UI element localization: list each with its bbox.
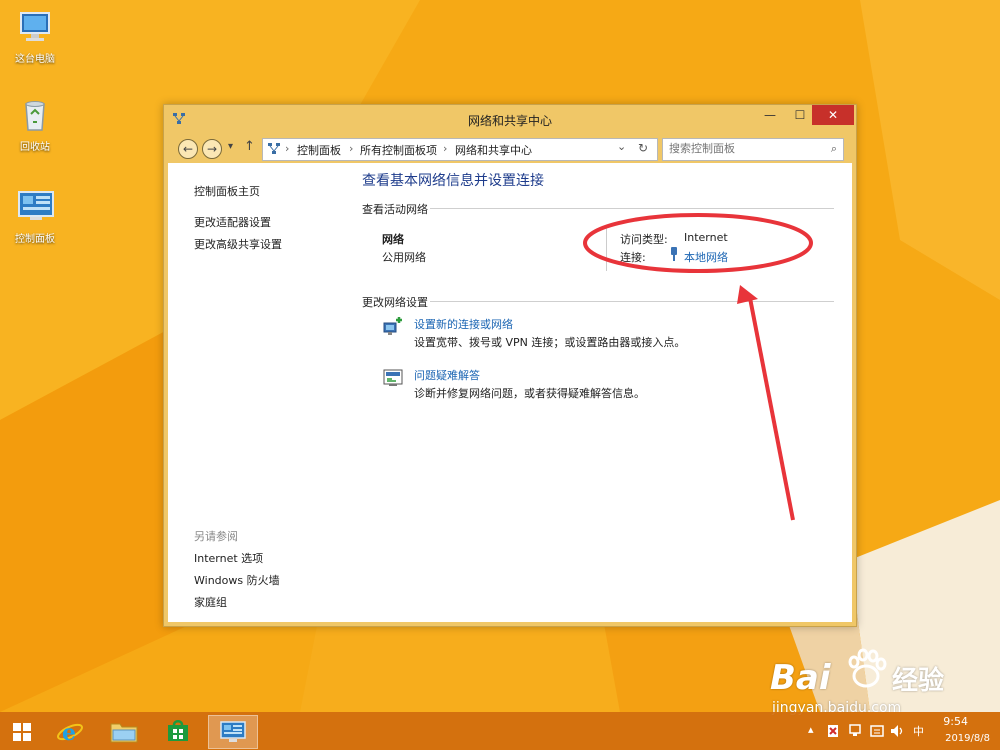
desktop-icon-recycle-bin[interactable]: 回收站	[2, 96, 68, 153]
desktop-icon-label: 控制面板	[15, 234, 55, 245]
breadcrumb-separator: ›	[349, 142, 354, 155]
refresh-button[interactable]: ↻	[633, 141, 653, 158]
desktop-icon-this-pc[interactable]: 这台电脑	[2, 8, 68, 65]
desktop-icon-label: 这台电脑	[15, 54, 55, 65]
change-settings-heading: 更改网络设置	[362, 296, 428, 309]
troubleshoot-link[interactable]: 问题疑难解答	[414, 367, 480, 383]
breadcrumb-network-sharing-center[interactable]: 网络和共享中心	[455, 142, 532, 158]
desktop-icon-label: 回收站	[20, 142, 50, 153]
sidebar-link-control-panel-home[interactable]: 控制面板主页	[194, 183, 260, 199]
see-also-windows-firewall[interactable]: Windows 防火墙	[194, 572, 280, 588]
sidebar-link-change-adapter[interactable]: 更改适配器设置	[194, 214, 271, 230]
up-button[interactable]: ↑	[244, 139, 255, 154]
control-panel-icon	[220, 720, 246, 747]
section-divider	[430, 301, 834, 302]
breadcrumb-all-items[interactable]: 所有控制面板项	[360, 142, 437, 158]
clock-date[interactable]: 2019/8/8	[945, 733, 990, 744]
network-name: 网络	[382, 233, 404, 246]
setup-new-connection-desc: 设置宽带、拨号或 VPN 连接；或设置路由器或接入点。	[414, 336, 686, 349]
taskbar: e ▴ 中 9:54 2019/8/8	[0, 712, 1000, 750]
network-tray-icon[interactable]	[848, 724, 862, 741]
search-box[interactable]: ⌕	[662, 138, 844, 161]
watermark: Bai 经验 jingyan.baidu.com	[768, 640, 1000, 720]
breadcrumb-control-panel[interactable]: 控制面板	[297, 142, 341, 158]
connections-label: 连接:	[620, 251, 646, 264]
recent-locations-button[interactable]: ▾	[228, 141, 233, 152]
action-center-icon[interactable]	[826, 724, 840, 741]
address-dropdown-icon[interactable]: ⌄	[617, 140, 626, 153]
volume-icon[interactable]	[890, 724, 904, 741]
breadcrumb-separator: ›	[285, 142, 290, 155]
see-also-heading: 另请参阅	[194, 530, 238, 543]
windows-logo-icon	[13, 723, 31, 744]
recycle-bin-icon	[16, 96, 54, 134]
minimize-button[interactable]: —	[756, 105, 784, 125]
access-type-value: Internet	[684, 231, 728, 244]
taskbar-internet-explorer[interactable]: e	[50, 715, 90, 747]
search-input[interactable]	[663, 139, 819, 158]
new-connection-icon	[382, 317, 404, 337]
desktop-icon-control-panel[interactable]: 控制面板	[2, 188, 68, 245]
watermark-brand-suffix: 经验	[892, 666, 945, 696]
active-networks-heading: 查看活动网络	[362, 203, 428, 216]
input-method-indicator[interactable]: 中	[913, 723, 924, 739]
troubleshoot-desc: 诊断并修复网络问题，或者获得疑难解答信息。	[414, 387, 645, 400]
access-type-label: 访问类型:	[620, 233, 668, 246]
folder-icon	[110, 720, 138, 747]
svg-text:e: e	[62, 720, 76, 744]
main-panel: 查看基本网络信息并设置连接 查看活动网络 网络 公用网络 访问类型: Inter…	[358, 163, 842, 622]
network-sharing-center-window: 网络和共享中心 — ☐ ✕ ← → ▾ ↑ › 控制面板 › 所有控制面板项 ›…	[163, 104, 857, 627]
back-button[interactable]: ←	[178, 139, 198, 159]
setup-new-connection-link[interactable]: 设置新的连接或网络	[414, 316, 513, 332]
taskbar-store[interactable]	[158, 715, 198, 747]
sidebar: 控制面板主页 更改适配器设置 更改高级共享设置 另请参阅 Internet 选项…	[168, 163, 348, 622]
navigation-bar: ← → ▾ ↑ › 控制面板 › 所有控制面板项 › 网络和共享中心 ⌄ ↻ 搜…	[170, 135, 850, 163]
watermark-brand: Bai	[770, 658, 831, 698]
close-button[interactable]: ✕	[812, 105, 854, 125]
address-bar[interactable]: › 控制面板 › 所有控制面板项 › 网络和共享中心 ⌄ ↻	[262, 138, 658, 161]
internet-explorer-icon: e	[57, 718, 83, 747]
local-network-link[interactable]: 本地网络	[684, 249, 728, 265]
show-hidden-icons-button[interactable]: ▴	[808, 723, 814, 736]
taskbar-control-panel[interactable]	[208, 715, 258, 749]
sidebar-link-advanced-sharing[interactable]: 更改高级共享设置	[194, 236, 282, 252]
computer-icon	[16, 8, 54, 46]
start-button[interactable]	[2, 715, 42, 747]
troubleshoot-icon	[382, 368, 404, 388]
control-panel-icon	[267, 142, 281, 156]
language-bar-icon[interactable]	[870, 724, 884, 741]
control-panel-icon	[16, 188, 54, 226]
network-type-link[interactable]: 公用网络	[382, 249, 426, 265]
store-icon	[166, 719, 190, 746]
page-title: 查看基本网络信息并设置连接	[362, 173, 544, 189]
title-bar[interactable]: 网络和共享中心 — ☐ ✕	[164, 105, 856, 133]
ethernet-icon	[670, 247, 678, 261]
clock-time[interactable]: 9:54	[943, 715, 968, 728]
see-also-homegroup[interactable]: 家庭组	[194, 594, 227, 610]
window-title: 网络和共享中心	[467, 114, 552, 128]
maximize-button[interactable]: ☐	[786, 105, 814, 125]
content-area: 控制面板主页 更改适配器设置 更改高级共享设置 另请参阅 Internet 选项…	[168, 163, 852, 622]
network-divider	[606, 225, 607, 271]
search-icon[interactable]: ⌕	[831, 142, 837, 156]
see-also-internet-options[interactable]: Internet 选项	[194, 550, 263, 566]
taskbar-file-explorer[interactable]	[104, 715, 144, 747]
paw-icon	[844, 646, 888, 690]
section-divider	[430, 208, 834, 209]
forward-button[interactable]: →	[202, 139, 222, 159]
breadcrumb-separator: ›	[443, 142, 448, 155]
